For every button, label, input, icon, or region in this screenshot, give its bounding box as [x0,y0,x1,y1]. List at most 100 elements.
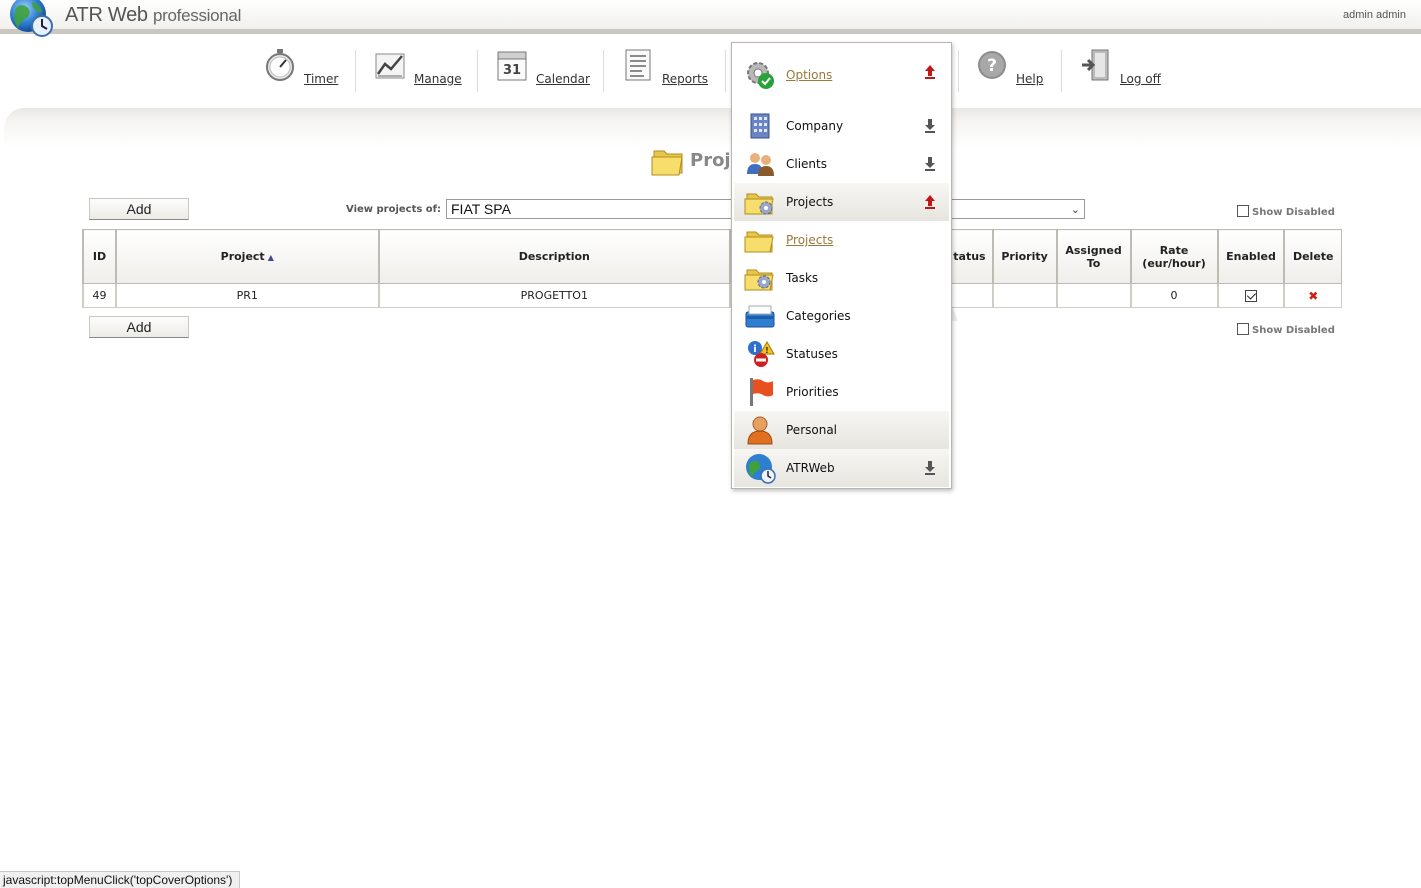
show-disabled-checkbox[interactable] [1237,322,1249,335]
nav-calendar[interactable]: 31 Calendar [496,48,590,98]
col-project[interactable]: Project ▲ [114,229,380,284]
nav-manage[interactable]: Manage [374,48,462,98]
enabled-checkbox[interactable] [1244,290,1257,302]
menu-item-priorities[interactable]: Priorities [734,373,949,411]
col-id[interactable]: ID [82,229,117,284]
menu-item-statuses[interactable]: i ! Statuses [734,335,949,373]
menu-item-clients[interactable]: Clients [734,145,949,183]
arrow-down-icon[interactable] [923,156,937,172]
page-title: Proj [650,143,731,177]
folder-gear-icon [744,269,774,291]
table-row[interactable]: 49 PR1 PROGETTO1 0 ✖ [82,283,1343,308]
nav-divider [477,50,478,92]
content-panel [4,108,1421,888]
menu-item-clients-label[interactable]: Clients [786,157,827,171]
nav-manage-label[interactable]: Manage [414,72,462,86]
col-priority[interactable]: Priority [991,229,1058,284]
cell-assigned [1055,283,1132,308]
app-title: ATR Web professional [65,4,241,27]
browser-status-bar: javascript:topMenuClick('topCoverOptions… [0,871,240,888]
col-assigned[interactable]: Assigned To [1055,229,1132,284]
menu-item-categories-label[interactable]: Categories [786,309,851,323]
logoff-icon [1082,49,1109,81]
menu-item-company[interactable]: Company [734,107,949,145]
menu-item-atrweb-label[interactable]: ATRWeb [786,461,835,475]
delete-icon[interactable]: ✖ [1308,289,1318,303]
menu-item-tasks-label[interactable]: Tasks [786,271,818,285]
nav-reports[interactable]: Reports [622,48,708,98]
menu-item-company-label[interactable]: Company [786,119,843,133]
nav-logoff-label[interactable]: Log off [1120,72,1161,86]
table-header-row: ID Project ▲ Description tatus Priority A… [82,229,1343,284]
building-icon [750,113,770,139]
nav-divider [355,50,356,92]
app-header: ATR Web professional admin admin [0,0,1421,37]
app-edition: professional [153,6,242,25]
globe-clock-icon [746,454,776,484]
show-disabled-bottom[interactable]: Show Disabled [1237,321,1335,336]
menu-options-label[interactable]: Options [786,68,832,82]
nav-timer-label[interactable]: Timer [304,72,338,86]
client-select-value: FIAT SPA [451,201,511,217]
menu-item-priorities-label[interactable]: Priorities [786,385,839,399]
menu-item-projects-group[interactable]: Projects [734,183,949,221]
nav-divider [725,50,726,92]
col-description[interactable]: Description [377,229,731,284]
col-enabled[interactable]: Enabled [1216,229,1285,284]
folder-icon [744,231,774,253]
menu-item-statuses-label[interactable]: Statuses [786,347,838,361]
arrow-up-icon[interactable] [923,64,937,80]
col-project-label[interactable]: Project [221,250,265,263]
arrow-down-icon[interactable] [923,460,937,476]
menu-item-categories[interactable]: Categories [734,297,949,335]
cell-enabled[interactable] [1216,283,1285,308]
options-dropdown: Options Company Clients Projects Project… [731,42,952,489]
menu-item-tasks[interactable]: Tasks [734,259,949,297]
nav-help-label[interactable]: Help [1016,72,1043,86]
calendar-icon: 31 [497,51,527,81]
top-navigation: Timer Manage 31 Calendar Reports ? Help … [0,40,1421,106]
arrow-up-icon[interactable] [923,194,937,210]
svg-text:31: 31 [503,63,521,78]
nav-timer[interactable]: Timer [264,48,338,98]
nav-divider [1061,50,1062,92]
show-disabled-label: Show Disabled [1252,325,1335,336]
flag-icon [750,378,773,406]
show-disabled-checkbox[interactable] [1237,204,1249,217]
cell-project[interactable]: PR1 [114,283,380,308]
col-delete: Delete [1283,229,1343,284]
nav-help[interactable]: ? Help [976,48,1043,98]
cell-delete[interactable]: ✖ [1283,283,1343,308]
add-project-button-bottom[interactable]: Add [89,316,189,338]
chevron-down-icon[interactable]: ⌄ [1071,201,1080,219]
menu-item-projects[interactable]: Projects [734,221,949,259]
app-name: ATR Web [65,4,148,26]
svg-text:i: i [753,344,756,355]
menu-item-projects-group-label[interactable]: Projects [786,195,833,209]
folder-icon [651,150,683,176]
projects-table: ID Project ▲ Description tatus Priority A… [82,229,1343,308]
nav-calendar-label[interactable]: Calendar [536,72,590,86]
menu-options-header[interactable]: Options [734,53,949,97]
add-project-button-top[interactable]: Add [89,198,189,220]
view-projects-label: View projects of: [346,204,442,215]
svg-text:!: ! [765,346,769,355]
statuses-icon: i ! [748,341,775,367]
menu-item-atrweb[interactable]: ATRWeb [734,449,949,487]
help-icon: ? [978,51,1006,79]
cell-priority [991,283,1058,308]
nav-logoff[interactable]: Log off [1080,48,1161,98]
globe-clock-icon[interactable] [8,0,54,38]
menu-item-projects-label[interactable]: Projects [786,233,833,247]
menu-item-personal[interactable]: Personal [734,411,949,449]
show-disabled-top[interactable]: Show Disabled [1237,203,1335,218]
menu-item-personal-label[interactable]: Personal [786,423,837,437]
page-title-text: Proj [690,149,731,171]
col-rate[interactable]: Rate (eur/hour) [1129,229,1218,284]
gear-check-icon [747,62,774,89]
show-disabled-label: Show Disabled [1252,207,1335,218]
arrow-down-icon[interactable] [923,118,937,134]
categories-icon [745,305,775,328]
nav-reports-label[interactable]: Reports [662,72,708,86]
cell-id: 49 [82,283,117,308]
